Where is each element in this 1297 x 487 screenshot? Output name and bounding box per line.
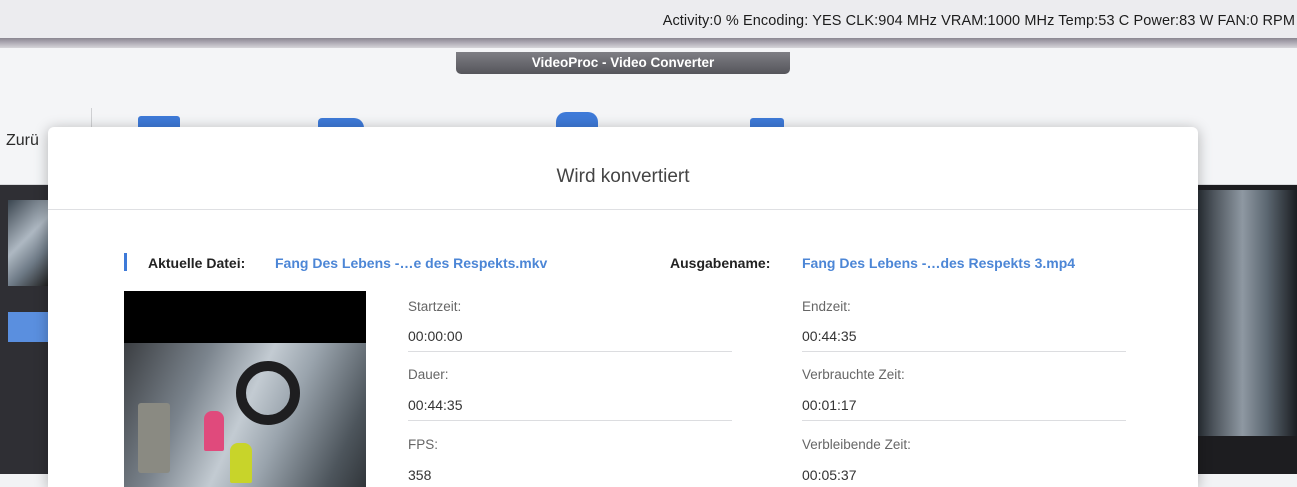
start-time-value: 00:00:00 (408, 328, 463, 344)
music-icon[interactable] (556, 112, 598, 128)
current-file-label: Aktuelle Datei: (148, 255, 246, 271)
duration-value: 00:44:35 (408, 397, 463, 413)
end-time-value: 00:44:35 (802, 328, 857, 344)
preview-person (204, 411, 224, 451)
end-time-label: Endzeit: (802, 299, 851, 314)
output-name-value: Fang Des Lebens -…des Respekts 3.mp4 (802, 255, 1076, 271)
remaining-time-value: 00:05:37 (802, 467, 857, 483)
preview-object (138, 403, 170, 473)
preview-person (230, 443, 252, 483)
elapsed-time-value: 00:01:17 (802, 397, 857, 413)
dialog-divider (48, 209, 1198, 210)
fps-value: 358 (408, 467, 432, 483)
duration-label: Dauer: (408, 367, 449, 382)
video-thumbnail-right (1198, 190, 1297, 436)
field-divider (802, 420, 1126, 421)
elapsed-time-label: Verbrauchte Zeit: (802, 367, 905, 382)
start-time-label: Startzeit: (408, 299, 462, 314)
field-divider (408, 420, 732, 421)
info-accent-bar (124, 253, 127, 271)
remaining-time-label: Verbleibende Zeit: (802, 437, 911, 452)
system-menubar: Activity:0 % Encoding: YES CLK:904 MHz V… (0, 0, 1297, 38)
video-preview (124, 291, 366, 487)
fps-label: FPS: (408, 437, 439, 452)
dialog-title: Wird konvertiert (556, 166, 690, 187)
current-file-value: Fang Des Lebens -…e des Respekts.mkv (275, 255, 548, 271)
back-button[interactable]: Zurü (6, 132, 39, 150)
window-title: VideoProc - Video Converter (456, 52, 790, 74)
output-name-label: Ausgabename: (670, 255, 771, 271)
gpu-status-text: Activity:0 % Encoding: YES CLK:904 MHz V… (662, 13, 1295, 29)
menubar-separator (0, 38, 1297, 48)
preview-object (236, 361, 300, 425)
preview-frame (124, 343, 366, 487)
field-divider (408, 351, 732, 352)
field-divider (802, 351, 1126, 352)
video-thumbnail-left[interactable] (8, 200, 48, 286)
converting-dialog: Wird konvertiert Aktuelle Datei: Fang De… (48, 127, 1198, 487)
selected-row-indicator (8, 312, 48, 342)
